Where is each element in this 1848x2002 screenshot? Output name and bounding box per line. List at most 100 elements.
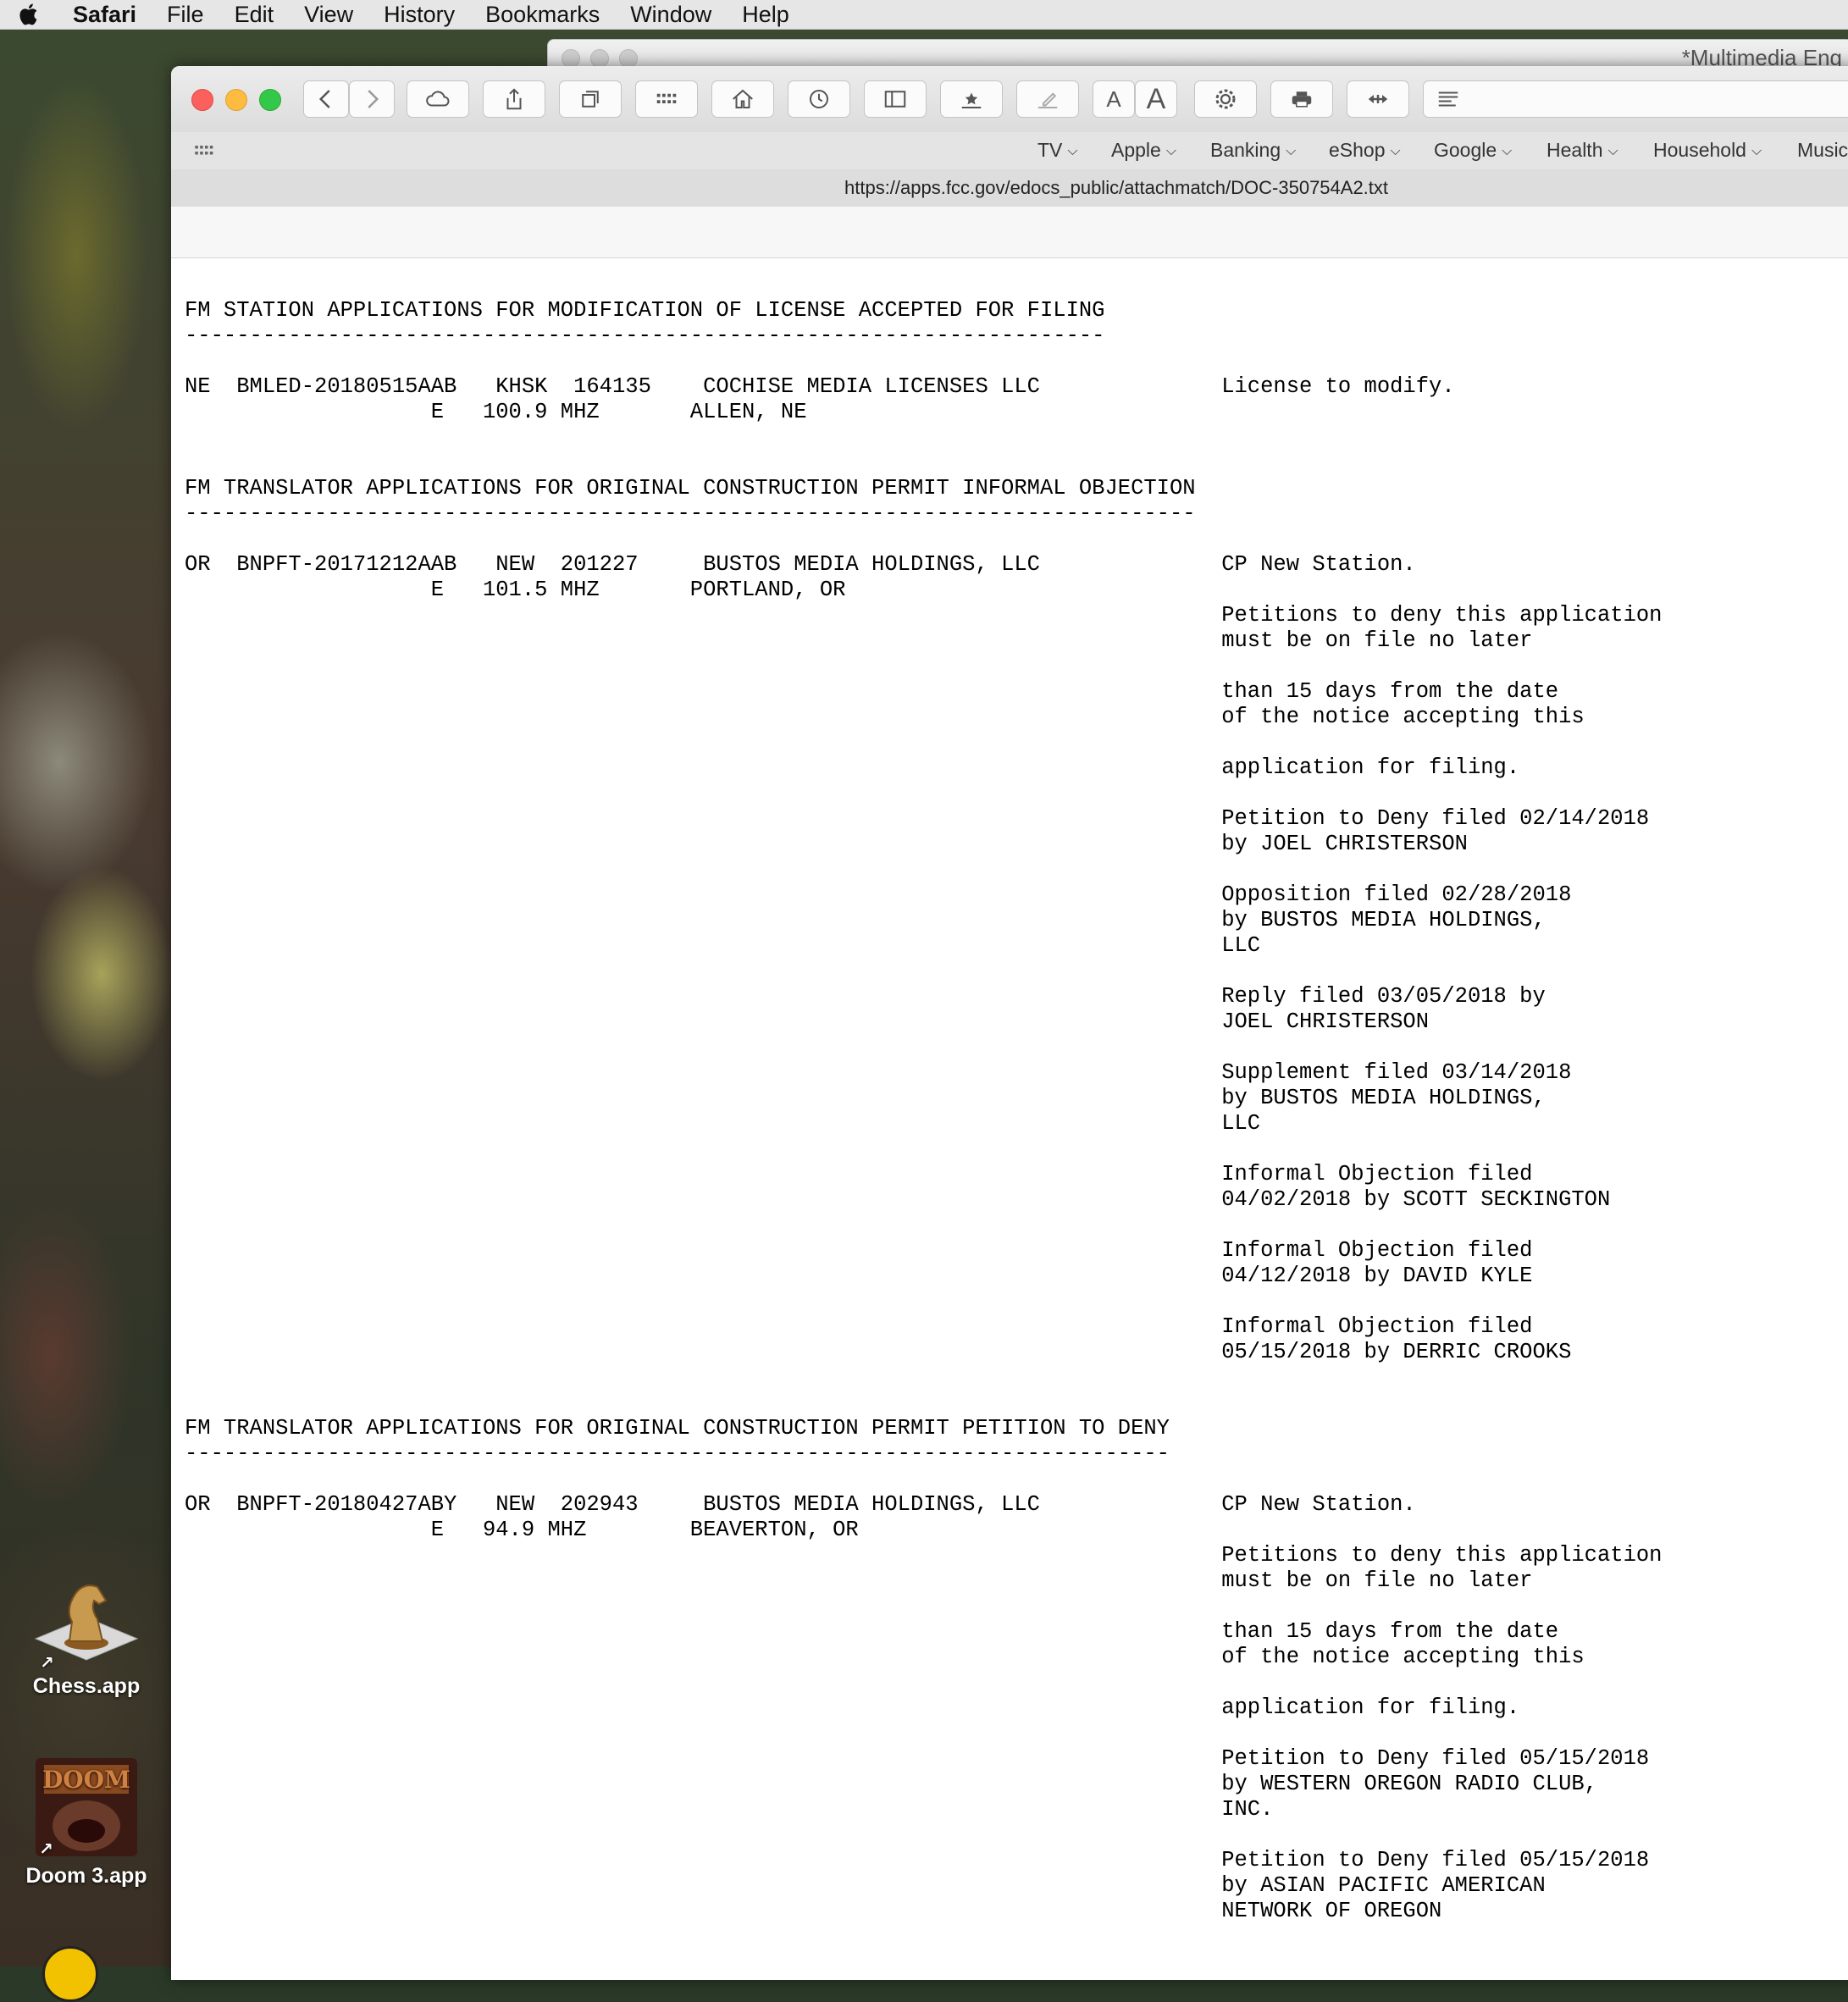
bookmarks-grid-icon[interactable] xyxy=(193,140,217,163)
print-button[interactable] xyxy=(1270,80,1333,118)
svg-text:DOOM: DOOM xyxy=(42,1766,130,1794)
document-line: JOEL CHRISTERSON xyxy=(185,1009,1430,1034)
document-line: Informal Objection filed xyxy=(185,1162,1533,1186)
bookmark-folder-health[interactable]: Health ⌵ xyxy=(1546,139,1618,162)
chevron-down-icon: ⌵ xyxy=(1067,144,1078,158)
toolbar: A A xyxy=(171,66,1848,133)
menu-view[interactable]: View xyxy=(304,2,353,28)
document-line: 05/15/2018 by DERRIC CROOKS xyxy=(185,1340,1572,1364)
close-button[interactable] xyxy=(191,89,213,111)
desktop-icon-chess[interactable]: ↗ Chess.app xyxy=(2,1575,171,1699)
history-button[interactable] xyxy=(788,80,850,118)
document-line: OR BNPFT-20171212AAB NEW 201227 BUSTOS M… xyxy=(185,552,1416,577)
document-line: ----------------------------------------… xyxy=(185,324,1105,348)
bookmark-button[interactable] xyxy=(940,80,1003,118)
back-button[interactable] xyxy=(303,80,349,118)
clock-icon xyxy=(810,90,828,108)
chess-knight-icon: ↗ xyxy=(34,1584,139,1673)
puzzle-icon xyxy=(1368,95,1388,103)
icloud-tabs-button[interactable] xyxy=(407,80,469,118)
chevron-right-icon xyxy=(368,90,379,108)
apple-logo-icon[interactable] xyxy=(17,2,42,27)
tab-overview-button[interactable] xyxy=(559,80,622,118)
reader-list-field[interactable] xyxy=(1423,80,1848,118)
address-bar[interactable]: https://apps.fcc.gov/edocs_public/attach… xyxy=(171,169,1848,207)
doom3-app-icon: DOOM ↗ xyxy=(36,1758,137,1859)
page-content: FM STATION APPLICATIONS FOR MODIFICATION… xyxy=(171,259,1848,1980)
document-line: FM STATION APPLICATIONS FOR MODIFICATION… xyxy=(185,298,1105,323)
menu-history[interactable]: History xyxy=(384,2,455,28)
annotate-button[interactable] xyxy=(1016,80,1079,118)
svg-text:↗: ↗ xyxy=(40,1652,54,1668)
menu-file[interactable]: File xyxy=(167,2,204,28)
font-smaller-button[interactable]: A xyxy=(1093,80,1135,118)
bookmark-folder-google[interactable]: Google ⌵ xyxy=(1434,139,1512,162)
document-line: by BUSTOS MEDIA HOLDINGS, xyxy=(185,908,1546,932)
desktop-icon-label: Chess.app xyxy=(32,1674,141,1698)
document-line: than 15 days from the date xyxy=(185,1619,1559,1644)
zoom-button[interactable] xyxy=(259,89,281,111)
bookmark-folder-label: Apple xyxy=(1111,139,1161,161)
document-line: Informal Objection filed xyxy=(185,1314,1533,1339)
top-sites-button[interactable] xyxy=(635,80,698,118)
document-line: E 101.5 MHZ PORTLAND, OR xyxy=(185,578,846,602)
font-large-label: A xyxy=(1146,82,1166,115)
svg-text:↗: ↗ xyxy=(39,1839,53,1858)
document-line: LLC xyxy=(185,933,1261,958)
document-line: must be on file no later xyxy=(185,1568,1533,1593)
document-line: ----------------------------------------… xyxy=(185,1441,1170,1466)
document-line: Petitions to deny this application xyxy=(185,603,1663,628)
chevron-down-icon: ⌵ xyxy=(1502,144,1513,158)
chevron-down-icon: ⌵ xyxy=(1751,144,1762,158)
document-line: E 94.9 MHZ BEAVERTON, OR xyxy=(185,1518,859,1542)
bg-zoom-button[interactable] xyxy=(619,49,638,68)
document-line: NETWORK OF OREGON xyxy=(185,1899,1442,1923)
bg-minimize-button[interactable] xyxy=(590,49,609,68)
document-line: Opposition filed 02/28/2018 xyxy=(185,882,1572,907)
document-line: LLC xyxy=(185,1111,1261,1136)
settings-button[interactable] xyxy=(1194,80,1257,118)
font-larger-button[interactable]: A xyxy=(1135,80,1177,118)
bookmark-folder-label: Health xyxy=(1546,139,1603,161)
document-line: Petition to Deny filed 02/14/2018 xyxy=(185,806,1650,831)
tabs-icon xyxy=(582,91,599,108)
bookmark-folder-label: Music xyxy=(1797,139,1848,161)
bg-close-button[interactable] xyxy=(562,49,580,68)
menu-help[interactable]: Help xyxy=(742,2,789,28)
chevron-down-icon: ⌵ xyxy=(1286,144,1297,158)
menu-window[interactable]: Window xyxy=(630,2,711,28)
home-button[interactable] xyxy=(711,80,774,118)
bookmark-folder-banking[interactable]: Banking ⌵ xyxy=(1210,139,1296,162)
desktop-icon-doom3[interactable]: DOOM ↗ Doom 3.app xyxy=(2,1756,171,1889)
menu-bookmarks[interactable]: Bookmarks xyxy=(485,2,600,28)
menu-edit[interactable]: Edit xyxy=(235,2,274,28)
chevron-down-icon: ⌵ xyxy=(1607,144,1618,158)
chevron-left-icon xyxy=(318,90,330,108)
bookmark-folder-apple[interactable]: Apple ⌵ xyxy=(1111,139,1176,162)
bookmark-folder-eshop[interactable]: eShop ⌵ xyxy=(1329,139,1401,162)
forward-button[interactable] xyxy=(349,80,395,118)
radiation-app-icon[interactable] xyxy=(42,1946,98,2002)
share-button[interactable] xyxy=(483,80,545,118)
font-small-label: A xyxy=(1106,86,1121,112)
star-bookmark-icon xyxy=(961,92,982,108)
document-line: FM TRANSLATOR APPLICATIONS FOR ORIGINAL … xyxy=(185,1416,1170,1441)
bookmark-folder-label: Google xyxy=(1434,139,1497,161)
minimize-button[interactable] xyxy=(225,89,247,111)
gear-icon xyxy=(1215,89,1236,109)
bookmarks-bar: TV ⌵ Apple ⌵ Banking ⌵ eShop ⌵ Google ⌵ Healt… xyxy=(171,132,1848,170)
reader-lines-icon xyxy=(1438,91,1458,107)
chevron-down-icon: ⌵ xyxy=(1390,144,1401,158)
menu-app-name[interactable]: Safari xyxy=(73,2,136,28)
printer-icon xyxy=(1292,91,1312,108)
document-line: NE BMLED-20180515AAB KHSK 164135 COCHISE… xyxy=(185,374,1455,399)
document-line: Reply filed 03/05/2018 by xyxy=(185,984,1546,1009)
sidebar-icon xyxy=(884,91,906,108)
document-line: 04/02/2018 by SCOTT SECKINGTON xyxy=(185,1187,1611,1212)
bookmark-folder-tv[interactable]: TV ⌵ xyxy=(1037,139,1078,162)
extension-button[interactable] xyxy=(1347,80,1409,118)
bookmark-folder-music[interactable]: Music xyxy=(1797,139,1848,162)
sidebar-button[interactable] xyxy=(864,80,927,118)
share-icon xyxy=(506,88,522,110)
bookmark-folder-household[interactable]: Household ⌵ xyxy=(1653,139,1762,162)
